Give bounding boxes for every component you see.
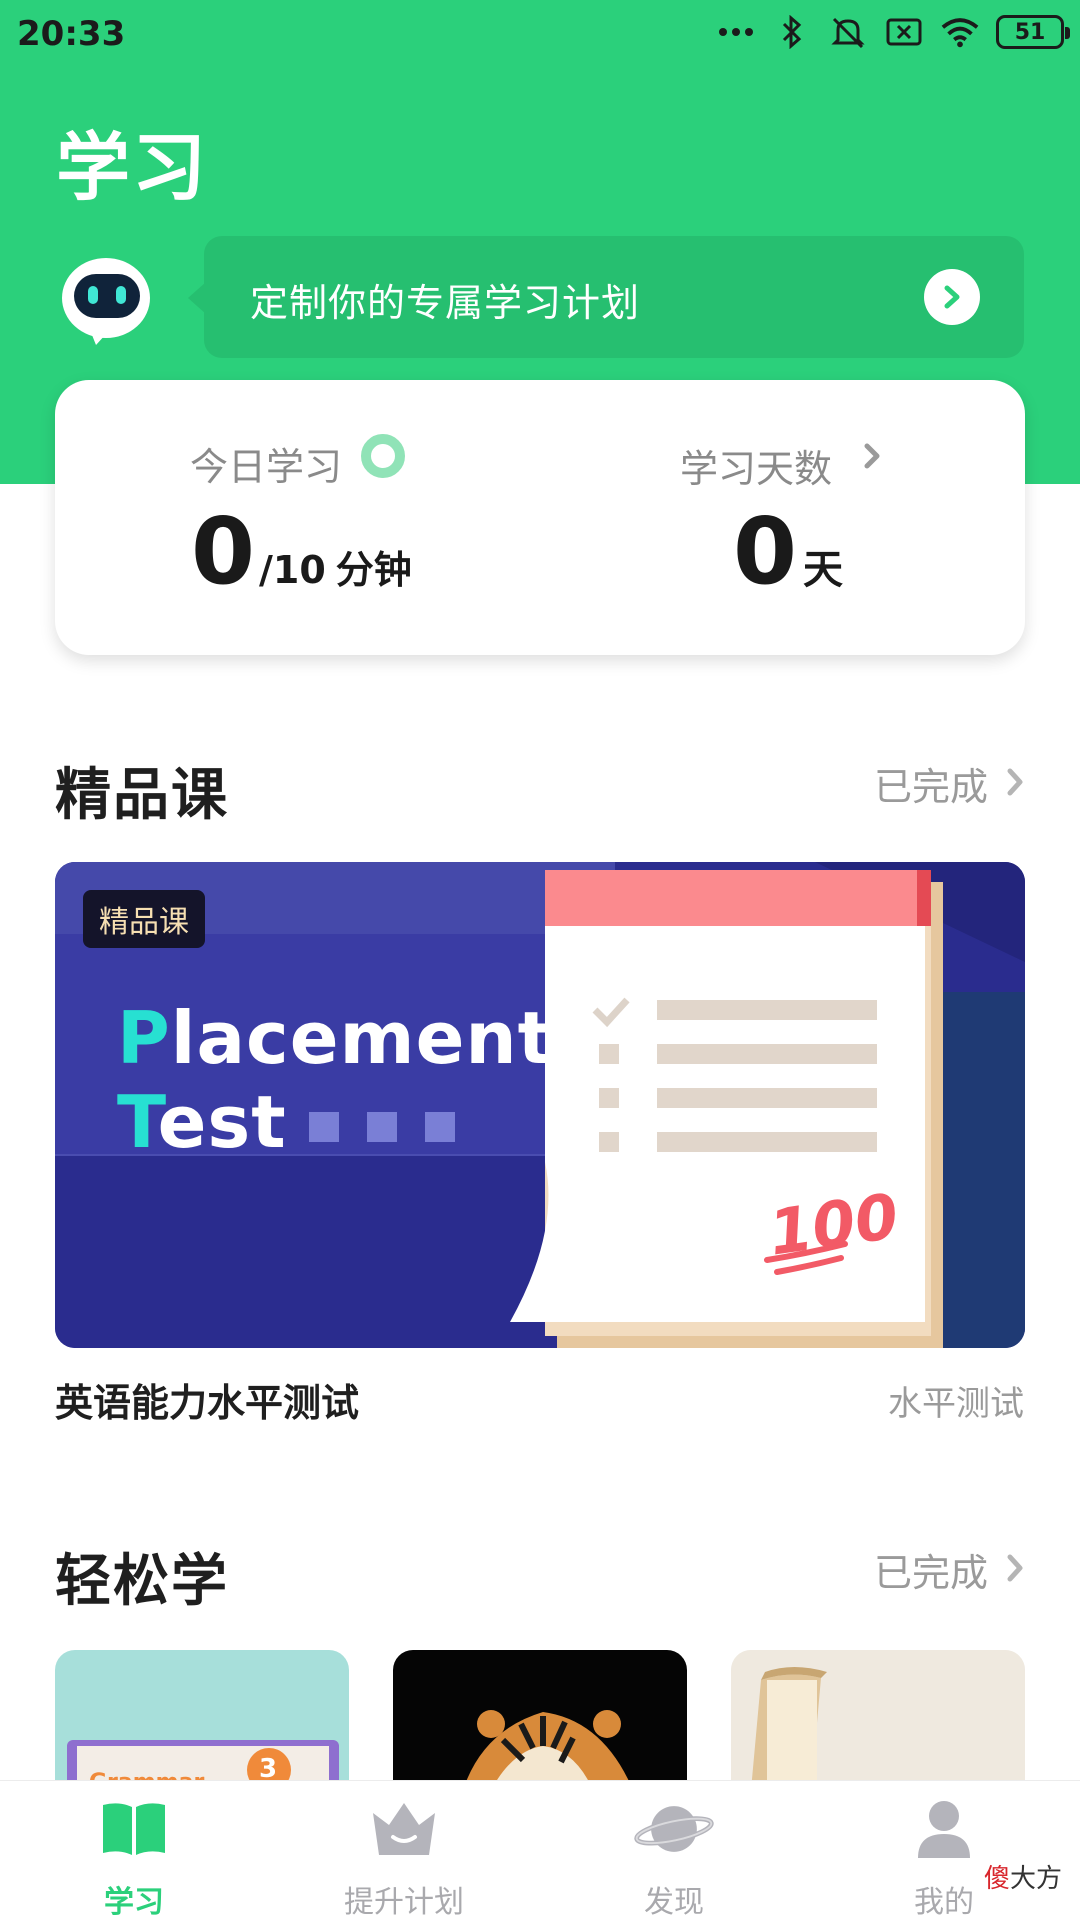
bottom-nav: 学习 提升计划 发现 我的 — [0, 1780, 1080, 1920]
nav-item-discover[interactable]: 发现 — [574, 1781, 774, 1920]
chevron-right-icon — [1006, 767, 1024, 801]
watermark-red-char: 傻 — [983, 1864, 1010, 1894]
watermark: 傻大方 — [984, 1858, 1062, 1895]
crown-icon — [364, 1795, 444, 1863]
banner-square — [367, 1112, 397, 1142]
sim-x-icon — [884, 14, 924, 50]
completed-link-text: 已完成 — [873, 1551, 988, 1595]
custom-plan-banner[interactable]: 定制你的专属学习计划 — [188, 236, 1024, 358]
nav-label-study: 学习 — [104, 1885, 164, 1920]
person-icon — [904, 1795, 984, 1863]
nav-label-mine: 我的 — [914, 1885, 974, 1920]
days-unit: 天 — [803, 547, 844, 593]
premium-section-title: 精品课 — [55, 763, 229, 828]
book-icon — [94, 1795, 174, 1863]
open-book-image[interactable] — [731, 1650, 1025, 1790]
nav-label-upgrade-plan: 提升计划 — [344, 1885, 464, 1920]
nav-item-mine[interactable]: 我的 — [844, 1781, 1044, 1920]
today-minutes: 0 — [191, 498, 256, 605]
plan-banner-text: 定制你的专属学习计划 — [250, 281, 641, 325]
status-bar: 20:33 51 — [0, 0, 1080, 66]
robot-mascot-icon[interactable] — [60, 250, 156, 345]
banner-title-rest: est — [157, 1080, 287, 1164]
course-badge: 精品课 — [83, 890, 205, 948]
days-count: 0 — [733, 498, 798, 605]
nav-label-discover: 发现 — [644, 1885, 704, 1920]
today-study-label: 今日学习 — [190, 445, 343, 489]
more-dots-icon — [716, 14, 756, 50]
status-icons: 51 — [716, 14, 1070, 50]
study-stats-card: 今日学习 0 /10 分钟 学习天数 0 天 — [55, 380, 1025, 655]
banner-title-accent: T — [117, 1080, 158, 1164]
banner-title-line1: Placement — [117, 996, 553, 1080]
planet-icon — [634, 1795, 714, 1863]
status-time: 20:33 — [17, 14, 126, 54]
today-goal: /10 — [259, 548, 326, 592]
nav-item-study[interactable]: 学习 — [34, 1781, 234, 1920]
watermark-text: 大方 — [1009, 1864, 1062, 1894]
study-days-label[interactable]: 学习天数 — [680, 438, 832, 493]
progress-ring-icon — [361, 434, 405, 478]
page-title: 学习 — [56, 125, 208, 211]
banner-title-accent: P — [117, 996, 171, 1080]
nav-item-upgrade-plan[interactable]: 提升计划 — [304, 1781, 504, 1920]
easy-completed-link[interactable]: 已完成 — [874, 1542, 1024, 1597]
banner-title-rest: lacement — [170, 996, 554, 1080]
wifi-icon — [940, 14, 980, 50]
chevron-right-icon — [1006, 1553, 1024, 1587]
tiger-image[interactable] — [393, 1650, 687, 1790]
grammar-book-image[interactable]: Grammar 3 — [55, 1650, 349, 1790]
course-name[interactable]: 英语能力水平测试 — [55, 1372, 359, 1427]
bluetooth-icon — [772, 14, 812, 50]
banner-title-line2: Test — [117, 1080, 287, 1164]
today-study-value: 0 /10 分钟 — [191, 498, 412, 605]
course-tag: 水平测试 — [888, 1384, 1024, 1424]
today-unit: 分钟 — [335, 548, 412, 592]
battery-icon: 51 — [996, 15, 1070, 49]
placement-test-banner[interactable]: 精品课 Placement Test 100 — [55, 862, 1025, 1348]
chevron-right-icon[interactable] — [863, 442, 881, 474]
easy-section-title: 轻松学 — [55, 1549, 229, 1614]
study-days-value: 0 天 — [733, 498, 843, 605]
arrow-right-circle-icon[interactable] — [924, 269, 980, 325]
completed-link-text: 已完成 — [873, 765, 988, 809]
banner-square — [425, 1112, 455, 1142]
mute-icon — [828, 14, 868, 50]
banner-square — [309, 1112, 339, 1142]
premium-completed-link[interactable]: 已完成 — [874, 756, 1024, 811]
